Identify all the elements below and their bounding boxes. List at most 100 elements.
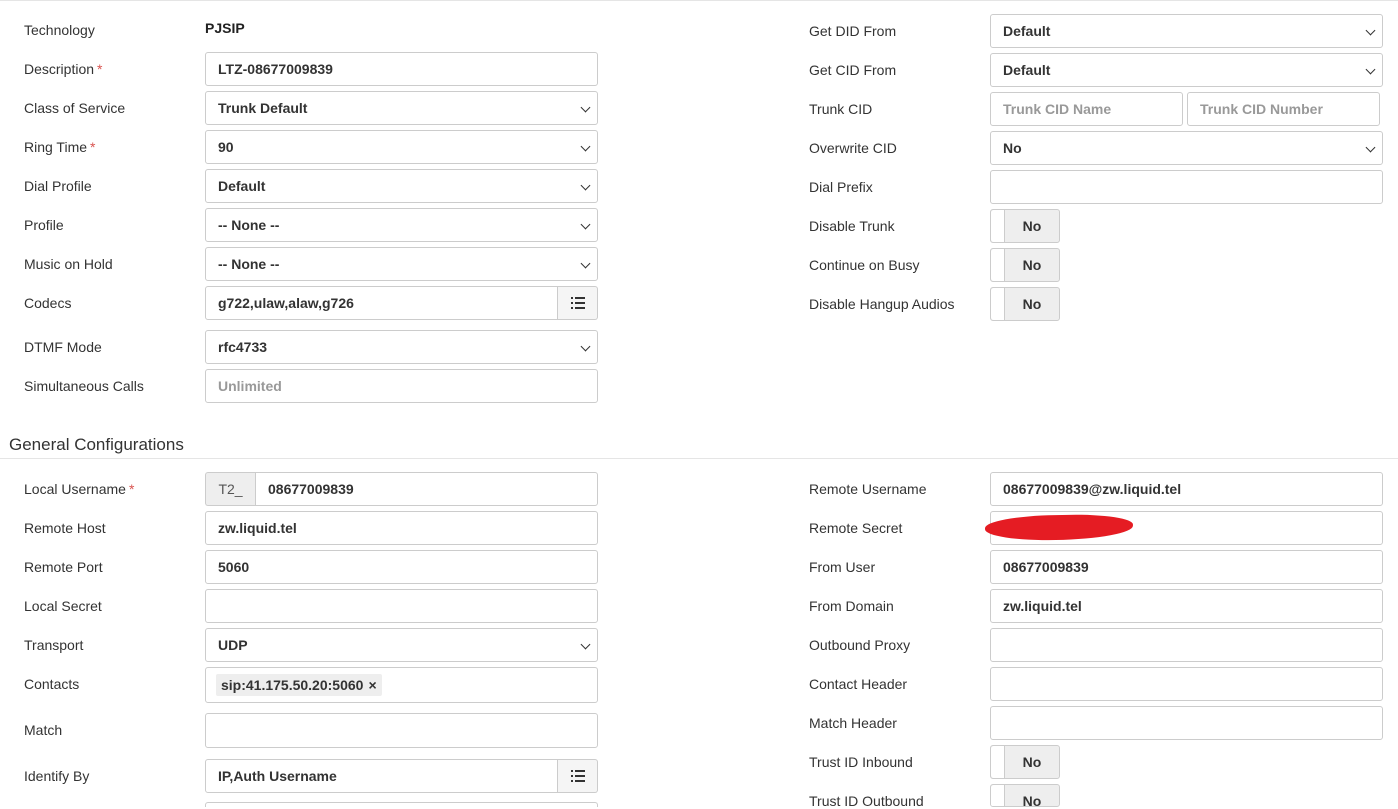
toggle-knob bbox=[991, 249, 1005, 281]
row-dial-prefix: Dial Prefix bbox=[809, 170, 1383, 204]
label-outbound-proxy: Outbound Proxy bbox=[809, 637, 911, 653]
contact-header-input[interactable] bbox=[990, 667, 1383, 701]
row-trust-id-inbound: Trust ID Inbound No bbox=[809, 745, 1060, 779]
identify-by-input[interactable]: IP,Auth Username bbox=[205, 759, 558, 793]
dial-profile-select[interactable]: Default bbox=[205, 169, 598, 203]
local-username-input[interactable]: 08677009839 bbox=[255, 472, 598, 506]
label-remote-username: Remote Username bbox=[809, 481, 927, 497]
toggle-value: No bbox=[1022, 257, 1042, 273]
disable-trunk-toggle[interactable]: No bbox=[990, 209, 1060, 243]
label-disable-hangup-audios: Disable Hangup Audios bbox=[809, 296, 955, 312]
codecs-input[interactable]: g722,ulaw,alaw,g726 bbox=[205, 286, 558, 320]
label-local-secret: Local Secret bbox=[24, 598, 102, 614]
label-trust-id-inbound: Trust ID Inbound bbox=[809, 754, 913, 770]
label-overwrite-cid: Overwrite CID bbox=[809, 140, 897, 156]
contacts-tag-input[interactable]: sip:41.175.50.20:5060 × bbox=[205, 667, 598, 703]
row-disable-hangup-audios: Disable Hangup Audios No bbox=[809, 287, 1060, 321]
trust-id-outbound-toggle[interactable]: No bbox=[990, 784, 1060, 807]
class-of-service-select[interactable]: Trunk Default bbox=[205, 91, 598, 125]
row-simultaneous-calls: Simultaneous Calls Unlimited bbox=[24, 369, 598, 403]
top-divider bbox=[0, 0, 1398, 1]
label-music-on-hold: Music on Hold bbox=[24, 256, 113, 272]
identify-by-list-button[interactable] bbox=[558, 759, 598, 793]
from-domain-input[interactable]: zw.liquid.tel bbox=[990, 589, 1383, 623]
row-from-domain: From Domain zw.liquid.tel bbox=[809, 589, 1383, 623]
row-remote-port: Remote Port 5060 bbox=[24, 550, 598, 584]
label-from-domain: From Domain bbox=[809, 598, 894, 614]
tag-remove-icon[interactable]: × bbox=[368, 677, 376, 693]
row-remote-host: Remote Host zw.liquid.tel bbox=[24, 511, 598, 545]
next-field-partial bbox=[205, 802, 598, 807]
label-from-user: From User bbox=[809, 559, 876, 575]
label-simultaneous-calls: Simultaneous Calls bbox=[24, 378, 144, 394]
label-match-header: Match Header bbox=[809, 715, 897, 731]
remote-port-input[interactable]: 5060 bbox=[205, 550, 598, 584]
row-contacts: Contacts sip:41.175.50.20:5060 × bbox=[24, 667, 598, 703]
dtmf-mode-select[interactable]: rfc4733 bbox=[205, 330, 598, 364]
from-user-input[interactable]: 08677009839 bbox=[990, 550, 1383, 584]
section-title-general-configurations: General Configurations bbox=[9, 435, 184, 454]
row-from-user: From User 08677009839 bbox=[809, 550, 1383, 584]
label-get-cid-from: Get CID From bbox=[809, 62, 897, 78]
list-icon bbox=[570, 297, 585, 309]
row-codecs: Codecs g722,ulaw,alaw,g726 bbox=[24, 286, 598, 320]
label-disable-trunk: Disable Trunk bbox=[809, 218, 895, 234]
match-input[interactable] bbox=[205, 713, 598, 748]
row-local-username: Local Username * T2_ 08677009839 bbox=[24, 472, 598, 506]
label-dial-profile: Dial Profile bbox=[24, 178, 92, 194]
match-header-input[interactable] bbox=[990, 706, 1383, 740]
row-technology: Technology PJSIP bbox=[24, 14, 245, 38]
outbound-proxy-input[interactable] bbox=[990, 628, 1383, 662]
ring-time-select[interactable]: 90 bbox=[205, 130, 598, 164]
row-profile: Profile -- None -- bbox=[24, 208, 598, 242]
row-outbound-proxy: Outbound Proxy bbox=[809, 628, 1383, 662]
local-username-group: T2_ 08677009839 bbox=[205, 472, 598, 506]
contact-tag-text: sip:41.175.50.20:5060 bbox=[221, 677, 364, 693]
toggle-knob bbox=[991, 288, 1005, 320]
label-remote-secret: Remote Secret bbox=[809, 520, 903, 536]
remote-host-input[interactable]: zw.liquid.tel bbox=[205, 511, 598, 545]
transport-select[interactable]: UDP bbox=[205, 628, 598, 662]
row-get-did-from: Get DID From Default bbox=[809, 14, 1383, 48]
description-input[interactable]: LTZ-08677009839 bbox=[205, 52, 598, 86]
technology-value: PJSIP bbox=[205, 20, 245, 36]
label-local-username: Local Username * bbox=[24, 481, 135, 497]
row-contact-header: Contact Header bbox=[809, 667, 1383, 701]
label-get-did-from: Get DID From bbox=[809, 23, 897, 39]
label-dial-prefix: Dial Prefix bbox=[809, 179, 873, 195]
label-codecs: Codecs bbox=[24, 295, 72, 311]
get-cid-from-select[interactable]: Default bbox=[990, 53, 1383, 87]
profile-select[interactable]: -- None -- bbox=[205, 208, 598, 242]
trunk-cid-group: Trunk CID Name Trunk CID Number bbox=[990, 92, 1383, 126]
continue-on-busy-toggle[interactable]: No bbox=[990, 248, 1060, 282]
trust-id-inbound-toggle[interactable]: No bbox=[990, 745, 1060, 779]
codecs-list-button[interactable] bbox=[558, 286, 598, 320]
local-secret-input[interactable] bbox=[205, 589, 598, 623]
remote-username-input[interactable]: 08677009839@zw.liquid.tel bbox=[990, 472, 1383, 506]
row-transport: Transport UDP bbox=[24, 628, 598, 662]
contact-tag: sip:41.175.50.20:5060 × bbox=[216, 674, 382, 696]
get-did-from-select[interactable]: Default bbox=[990, 14, 1383, 48]
row-class-of-service: Class of Service Trunk Default bbox=[24, 91, 598, 125]
row-ring-time: Ring Time * 90 bbox=[24, 130, 598, 164]
list-icon bbox=[570, 770, 585, 782]
row-disable-trunk: Disable Trunk No bbox=[809, 209, 1060, 243]
row-local-secret: Local Secret bbox=[24, 589, 598, 623]
trunk-cid-number-input[interactable]: Trunk CID Number bbox=[1187, 92, 1380, 126]
toggle-knob bbox=[991, 785, 1005, 806]
music-on-hold-select[interactable]: -- None -- bbox=[205, 247, 598, 281]
label-remote-host: Remote Host bbox=[24, 520, 106, 536]
overwrite-cid-select[interactable]: No bbox=[990, 131, 1383, 165]
toggle-knob bbox=[991, 210, 1005, 242]
identify-by-group: IP,Auth Username bbox=[205, 759, 598, 793]
disable-hangup-audios-toggle[interactable]: No bbox=[990, 287, 1060, 321]
label-trust-id-outbound: Trust ID Outbound bbox=[809, 793, 924, 809]
dial-prefix-input[interactable] bbox=[990, 170, 1383, 204]
section-divider bbox=[0, 458, 1398, 459]
toggle-value: No bbox=[1022, 754, 1042, 770]
simultaneous-calls-input[interactable]: Unlimited bbox=[205, 369, 598, 403]
row-music-on-hold: Music on Hold -- None -- bbox=[24, 247, 598, 281]
label-contacts: Contacts bbox=[24, 676, 80, 692]
toggle-value: No bbox=[1022, 296, 1042, 312]
trunk-cid-name-input[interactable]: Trunk CID Name bbox=[990, 92, 1183, 126]
